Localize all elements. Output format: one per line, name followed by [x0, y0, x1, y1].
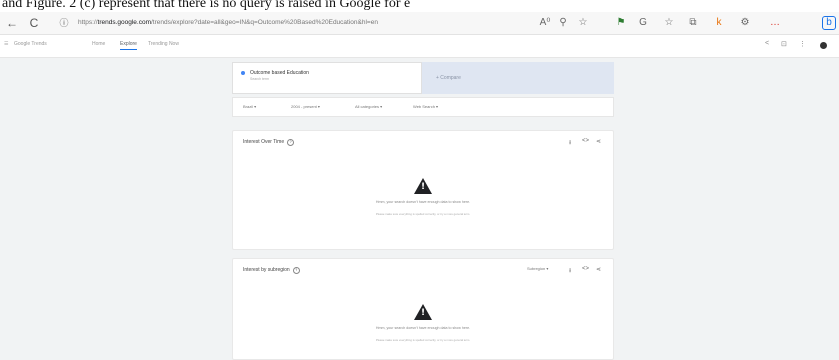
trends-header: ☰ Google Trends Home Explore Trending No…	[0, 35, 839, 58]
warning-icon	[414, 178, 432, 194]
share-card-icon[interactable]: ⋖	[596, 266, 601, 273]
browser-toolbar: ← C ⓘ https://trends.google.com/trends/e…	[0, 12, 839, 35]
extension-icon[interactable]: ⚑	[614, 16, 628, 30]
compare-button[interactable]: + Compare	[422, 62, 614, 94]
filter-bar: Brazil ▾ 2004 - present ▾ All categories…	[232, 97, 614, 117]
favorites-bar-icon[interactable]: ☆	[662, 16, 676, 30]
interest-over-time-card: Interest Over Time? ⭳ <> ⋖ Hmm, your sea…	[232, 130, 614, 250]
help-icon[interactable]: ?	[292, 267, 300, 274]
info-icon[interactable]: ⓘ	[56, 15, 72, 31]
zoom-icon[interactable]: ⚲	[556, 16, 570, 30]
category-dropdown[interactable]: All categories ▾	[355, 104, 382, 109]
warning-icon	[414, 304, 432, 320]
tab-trending-now[interactable]: Trending Now	[148, 41, 179, 47]
url-domain: trends.google.com	[97, 19, 151, 26]
avatar[interactable]	[820, 42, 827, 49]
time-range-dropdown[interactable]: 2004 - present ▾	[291, 104, 320, 109]
bing-icon[interactable]: b	[822, 16, 836, 30]
url-path: /trends/explore?date=all&geo=IN&q=Outcom…	[151, 19, 378, 26]
menu-icon[interactable]: ☰	[4, 41, 8, 47]
favorite-icon[interactable]: ☆	[576, 16, 590, 30]
interest-by-subregion-card: Interest by subregion? Subregion ▾ ⭳ <> …	[232, 258, 614, 360]
no-data-message: Hmm, your search doesn't have enough dat…	[375, 200, 471, 204]
search-term-name: Outcome based Education	[250, 70, 309, 76]
embed-icon[interactable]: <>	[582, 266, 589, 272]
collections-icon[interactable]: ⧉	[686, 16, 700, 30]
subregion-dropdown[interactable]: Subregion ▾	[527, 266, 548, 271]
card-title: Interest Over Time?	[243, 139, 295, 146]
share-card-icon[interactable]: ⋖	[596, 138, 601, 145]
caption-text: and Figure. 2 (c) represent that there i…	[2, 0, 411, 11]
card-title: Interest by subregion?	[243, 267, 300, 274]
document-caption: and Figure. 2 (c) represent that there i…	[0, 0, 839, 12]
reload-button[interactable]: C	[26, 15, 42, 31]
search-type-dropdown[interactable]: Web Search ▾	[413, 104, 438, 109]
share-icon[interactable]: <	[765, 40, 769, 47]
app-title[interactable]: Google Trends	[14, 41, 47, 47]
feedback-icon[interactable]: ⊡	[781, 40, 787, 48]
term-color-dot	[241, 71, 245, 75]
search-term-subtitle: Search term	[250, 77, 270, 81]
no-data-message: Hmm, your search doesn't have enough dat…	[375, 326, 471, 330]
tab-home[interactable]: Home	[92, 41, 105, 47]
card-title-text: Interest by subregion	[243, 267, 290, 273]
tab-explore[interactable]: Explore	[120, 41, 137, 50]
no-data-submessage: Please make sure everything is spelled c…	[375, 338, 471, 342]
region-dropdown[interactable]: Brazil ▾	[243, 104, 256, 109]
download-icon[interactable]: ⭳	[569, 266, 571, 276]
apps-icon[interactable]: ⋮	[799, 40, 806, 48]
download-icon[interactable]: ⭳	[569, 138, 571, 148]
more-icon[interactable]: …	[768, 16, 782, 30]
address-bar[interactable]: https://trends.google.com/trends/explore…	[78, 15, 598, 31]
settings-icon[interactable]: ⚙	[738, 16, 752, 30]
extension-g-icon[interactable]: G	[636, 16, 650, 30]
help-icon[interactable]: ?	[287, 139, 295, 146]
embed-icon[interactable]: <>	[582, 138, 589, 144]
no-data-submessage: Please make sure everything is spelled c…	[375, 212, 471, 216]
profile-k-icon[interactable]: k	[712, 16, 726, 30]
back-button[interactable]: ←	[4, 15, 20, 31]
search-term-card[interactable]: Outcome based Education Search term	[232, 62, 422, 94]
card-title-text: Interest Over Time	[243, 139, 285, 145]
read-aloud-icon[interactable]: A⁰	[538, 16, 552, 30]
compare-label: + Compare	[436, 75, 461, 81]
url-prefix: https://	[78, 19, 98, 26]
